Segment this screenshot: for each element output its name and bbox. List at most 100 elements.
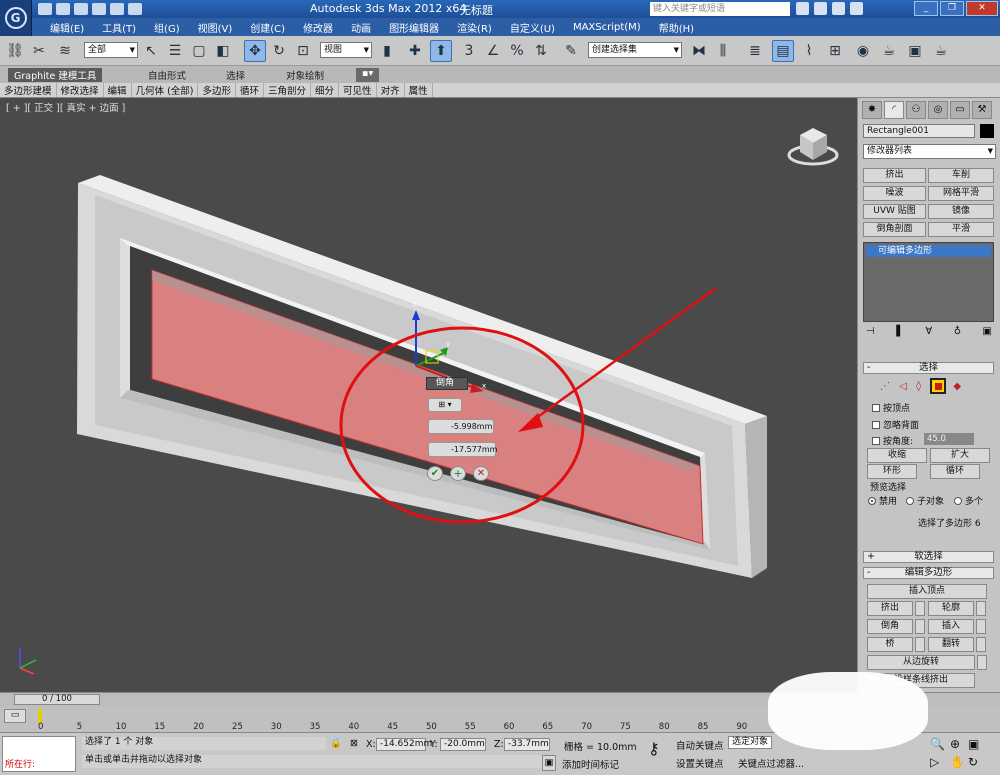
ring-button[interactable]: 环形 bbox=[867, 464, 917, 479]
caddy-title[interactable]: 倒角 bbox=[426, 377, 468, 390]
percent-snap-icon[interactable]: % bbox=[506, 40, 528, 62]
preview-off-radio[interactable]: 禁用 bbox=[868, 494, 897, 507]
z-coord-field[interactable]: -33.7mm bbox=[504, 738, 550, 751]
outline-button[interactable]: 轮廓 bbox=[928, 601, 974, 616]
caddy-height-field[interactable]: -5.998mm bbox=[428, 419, 494, 434]
track-bar-toggle-icon[interactable]: ▭ bbox=[4, 709, 26, 723]
layer-manager-icon[interactable]: ≣ bbox=[744, 40, 766, 62]
show-end-result-icon[interactable]: ▌ bbox=[896, 326, 904, 340]
time-slider-knob[interactable]: 0 / 100 bbox=[14, 694, 100, 705]
ribbon-tab-object-paint[interactable]: 对象绘制 bbox=[280, 68, 330, 82]
maxscript-listener[interactable]: 所在行: bbox=[2, 736, 76, 772]
extrude-settings-button[interactable] bbox=[915, 601, 925, 616]
app-logo[interactable]: G bbox=[0, 0, 32, 36]
scale-icon[interactable]: ⊡ bbox=[292, 40, 314, 62]
flip-button[interactable]: 翻转 bbox=[928, 637, 974, 652]
preview-multi-radio[interactable]: 多个 bbox=[954, 494, 983, 507]
ribbon-panel-0[interactable]: 多边形建模 bbox=[4, 83, 57, 97]
mod-button-lathe[interactable]: 车削 bbox=[928, 168, 994, 183]
ribbon-panel-2[interactable]: 编辑 bbox=[108, 83, 132, 97]
inset-settings-button[interactable] bbox=[976, 619, 986, 634]
window-crossing-icon[interactable]: ◧ bbox=[212, 40, 234, 62]
vertex-level-icon[interactable]: ⋰ bbox=[880, 381, 890, 392]
absolute-mode-icon[interactable]: ⊠ bbox=[350, 738, 358, 749]
menu-item-0[interactable]: 编辑(E) bbox=[50, 20, 84, 35]
rotate-icon[interactable]: ↻ bbox=[268, 40, 290, 62]
reference-coordinate-dropdown[interactable]: 视图 bbox=[320, 42, 372, 58]
insert-vertex-button[interactable]: 插入顶点 bbox=[867, 584, 987, 599]
mod-button-smooth[interactable]: 平滑 bbox=[928, 222, 994, 237]
auto-key-button[interactable]: 自动关键点 bbox=[676, 738, 724, 752]
remove-modifier-icon[interactable]: ♁ bbox=[954, 326, 961, 340]
save-icon[interactable] bbox=[74, 3, 88, 15]
utilities-tab-icon[interactable]: ⚒ bbox=[972, 101, 992, 119]
menu-item-2[interactable]: 组(G) bbox=[154, 20, 180, 35]
pan-view-icon[interactable]: ✋ bbox=[950, 755, 965, 769]
rollout-soft-selection-header[interactable]: + 软选择 bbox=[863, 551, 994, 563]
object-name-field[interactable]: Rectangle001 bbox=[863, 124, 975, 138]
element-level-icon[interactable]: ◆ bbox=[953, 381, 961, 392]
zoom-extents-icon[interactable]: ▣ bbox=[968, 737, 979, 751]
make-unique-icon[interactable]: ∀ bbox=[925, 326, 932, 340]
by-angle-checkbox[interactable]: 按角度: bbox=[872, 434, 913, 447]
flip-settings-button[interactable] bbox=[976, 637, 986, 652]
mod-button-noise[interactable]: 噪波 bbox=[863, 186, 926, 201]
ignore-backfacing-checkbox[interactable]: 忽略背面 bbox=[872, 418, 919, 431]
configure-sets-icon[interactable]: ▣ bbox=[983, 326, 992, 340]
object-color-swatch[interactable] bbox=[980, 124, 994, 138]
bridge-settings-button[interactable] bbox=[915, 637, 925, 652]
stack-item-editable-poly[interactable]: 可编辑多边形 bbox=[866, 245, 991, 257]
extrude-button[interactable]: 挤出 bbox=[867, 601, 913, 616]
inset-button[interactable]: 插入 bbox=[928, 619, 974, 634]
bevel-settings-button[interactable] bbox=[915, 619, 925, 634]
curve-editor-icon[interactable]: ⌇ bbox=[798, 40, 820, 62]
angle-snap-icon[interactable]: ∠ bbox=[482, 40, 504, 62]
zoom-icon[interactable]: 🔍 bbox=[930, 737, 945, 751]
link-icon[interactable]: ⛓ bbox=[4, 40, 26, 62]
key-mode-selected-dropdown[interactable]: 选定对象 bbox=[728, 736, 772, 749]
hinge-from-edge-button[interactable]: 从边旋转 bbox=[867, 655, 975, 670]
rollout-selection-header[interactable]: - 选择 bbox=[863, 362, 994, 374]
modify-tab-icon[interactable]: ◜ bbox=[884, 101, 904, 119]
shrink-button[interactable]: 收缩 bbox=[867, 448, 927, 463]
set-key-icon[interactable]: ⚷ bbox=[648, 739, 660, 758]
rollout-edit-polygons-header[interactable]: - 编辑多边形 bbox=[863, 567, 994, 579]
open-file-icon[interactable] bbox=[56, 3, 70, 15]
mod-button-bevel-profile[interactable]: 倒角剖面 bbox=[863, 222, 926, 237]
search-icon[interactable] bbox=[796, 2, 809, 15]
selection-filter-dropdown[interactable]: 全部 bbox=[84, 42, 138, 58]
display-tab-icon[interactable]: ▭ bbox=[950, 101, 970, 119]
bridge-button[interactable]: 桥 bbox=[867, 637, 913, 652]
mod-button-mirror[interactable]: 镜像 bbox=[928, 204, 994, 219]
favorites-icon[interactable] bbox=[832, 2, 845, 15]
menu-item-8[interactable]: 渲染(R) bbox=[457, 20, 492, 35]
menu-item-10[interactable]: MAXScript(M) bbox=[573, 22, 641, 33]
align-icon[interactable]: ⫼ bbox=[712, 40, 734, 62]
edit-named-selection-icon[interactable]: ✎ bbox=[560, 40, 582, 62]
close-button[interactable]: ✕ bbox=[966, 1, 998, 16]
select-by-name-icon[interactable]: ☰ bbox=[164, 40, 186, 62]
modifier-list-dropdown[interactable]: 修改器列表 bbox=[863, 144, 996, 159]
ribbon-panel-8[interactable]: 可见性 bbox=[343, 83, 377, 97]
orbit-icon[interactable]: ↻ bbox=[968, 755, 978, 769]
caddy-outline-field[interactable]: -17.577mm bbox=[428, 442, 497, 457]
hinge-settings-button[interactable] bbox=[977, 655, 987, 670]
communication-center-icon[interactable] bbox=[814, 2, 827, 15]
menu-item-11[interactable]: 帮助(H) bbox=[659, 20, 694, 35]
add-time-tag-text[interactable]: 添加时间标记 bbox=[562, 757, 619, 771]
mod-button-extrude[interactable]: 挤出 bbox=[863, 168, 926, 183]
new-file-icon[interactable] bbox=[38, 3, 52, 15]
rect-region-icon[interactable]: ▢ bbox=[188, 40, 210, 62]
hierarchy-tab-icon[interactable]: ⚇ bbox=[906, 101, 926, 119]
menu-item-7[interactable]: 图形编辑器 bbox=[389, 20, 439, 35]
named-selection-dropdown[interactable]: 创建选择集 bbox=[588, 42, 682, 58]
ribbon-panel-3[interactable]: 几何体 (全部) bbox=[136, 83, 199, 97]
ribbon-panel-5[interactable]: 循环 bbox=[240, 83, 265, 97]
menu-item-5[interactable]: 修改器 bbox=[303, 20, 333, 35]
preview-subobject-radio[interactable]: 子对象 bbox=[906, 494, 944, 507]
edge-level-icon[interactable]: ◁ bbox=[899, 381, 907, 392]
create-tab-icon[interactable]: ✸ bbox=[862, 101, 882, 119]
pin-stack-icon[interactable]: ⊣ bbox=[866, 326, 875, 340]
ribbon-options-icon[interactable]: ▪▾ bbox=[356, 68, 380, 82]
mod-button-uvw-map[interactable]: UVW 贴图 bbox=[863, 204, 926, 219]
